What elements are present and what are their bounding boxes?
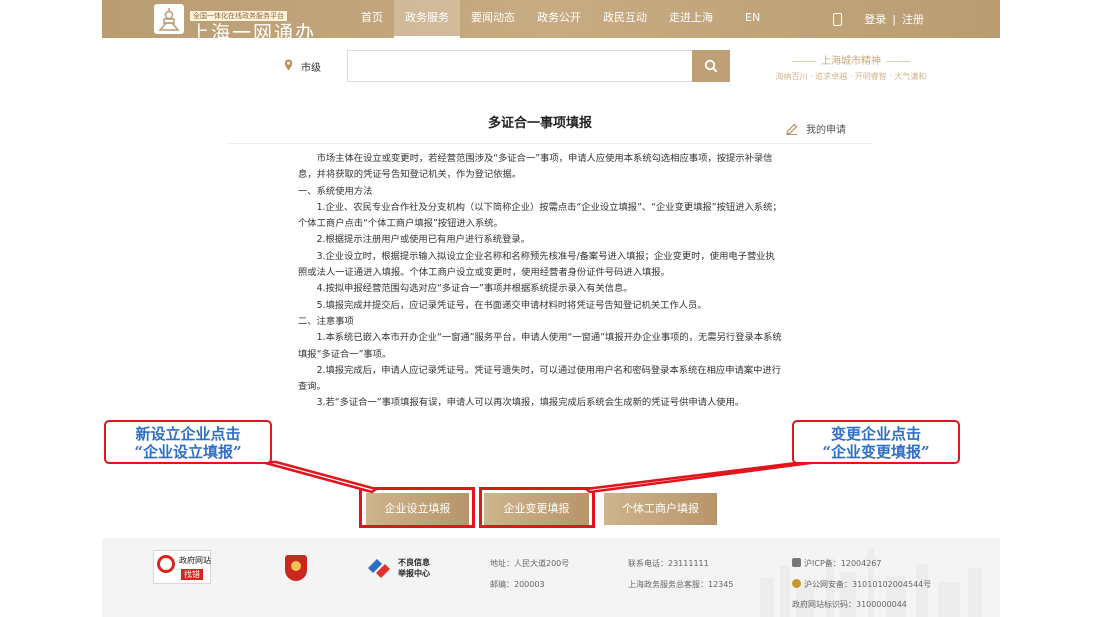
- main-nav: 首页 政务服务 要闻动态 政务公开 政民互动 走进上海 EN: [350, 0, 771, 38]
- notice-item: 3.若“多证合一”事项填报有误，申请人可以再次填报，填报完成后系统会生成新的凭证…: [316, 397, 745, 409]
- callout-line: 变更企业点击: [830, 425, 921, 443]
- login-link[interactable]: 登录: [864, 11, 886, 27]
- icp-icon: [792, 558, 801, 567]
- callout-enterprise-change: 变更企业点击 “企业变更填报”: [792, 420, 960, 464]
- nav-gov-services[interactable]: 政务服务: [394, 0, 460, 38]
- section-heading: 二、注意事项: [298, 315, 354, 327]
- footer-service-hotline: 上海政务服务总客服：12345: [628, 580, 734, 589]
- nav-interaction[interactable]: 政民互动: [592, 0, 658, 38]
- site-header: 全国一体化在线政务服务平台 上海一网通办 首页 政务服务 要闻动态 政务公开 政…: [102, 0, 1000, 44]
- footer-police-record[interactable]: 沪公网安备：31010102004544号: [792, 579, 931, 590]
- footer-postcode: 邮编：200003: [490, 580, 545, 589]
- logo-subtitle: 全国一体化在线政务服务平台: [190, 11, 287, 21]
- header-user-area: 登录 | 注册: [833, 0, 924, 38]
- nav-gov-affairs[interactable]: 政务公开: [526, 0, 592, 38]
- site-logo[interactable]: 全国一体化在线政务服务平台 上海一网通办: [190, 3, 316, 44]
- report-center-label[interactable]: 不良信息 举报中心: [398, 557, 430, 579]
- party-gov-badge-icon[interactable]: [285, 555, 307, 581]
- location-pin-icon: [284, 59, 293, 71]
- highlight-box-setup: [359, 487, 475, 528]
- callout-line: “企业变更填报”: [822, 443, 930, 461]
- footer-site-id: 政府网站标识码：3100000044: [792, 600, 907, 609]
- nav-about-shanghai[interactable]: 走进上海: [658, 0, 724, 38]
- search-icon: [704, 59, 718, 73]
- my-application-link[interactable]: 我的申请: [786, 121, 846, 136]
- usage-step: 2.根据提示注册用户或使用已有用户进行系统登录。: [316, 234, 530, 246]
- slogan-subtitle: 海纳百川 · 追求卓越 · 开明睿智 · 大气谦和: [775, 72, 927, 81]
- magnifier-icon: [157, 555, 175, 573]
- footer-address: 地址：人民大道200号: [490, 559, 570, 568]
- location-selector[interactable]: 市级: [301, 59, 321, 74]
- divider: |: [892, 12, 896, 26]
- police-text: 沪公网安备：31010102004544号: [804, 580, 932, 589]
- search-button[interactable]: [692, 50, 730, 82]
- report-center-line: 不良信息: [398, 558, 430, 567]
- report-center-line: 举报中心: [398, 569, 430, 578]
- gov-site-title: 政府网站: [179, 556, 211, 565]
- page-title: 多证合一事项填报: [487, 116, 592, 131]
- language-switch[interactable]: EN: [734, 0, 771, 38]
- individual-business-button[interactable]: 个体工商户填报: [604, 493, 717, 525]
- intro-paragraph: 市场主体在设立或变更时，若经营范围涉及“多证合一”事项，申请人应使用本系统勾选相…: [298, 153, 773, 181]
- gov-site-error-report-logo[interactable]: 政府网站 找错: [153, 550, 211, 584]
- report-center-icon[interactable]: [366, 557, 392, 579]
- usage-step: 1.企业、农民专业合作社及分支机构（以下简称企业）按需点击“企业设立填报”、“企…: [298, 201, 782, 230]
- highlight-box-change: [479, 487, 595, 528]
- logo-title: 上海一网通办: [190, 22, 317, 44]
- register-link[interactable]: 注册: [902, 11, 924, 27]
- city-spirit-slogan: 上海城市精神 海纳百川 · 追求卓越 · 开明睿智 · 大气谦和: [766, 52, 936, 82]
- footer-icp[interactable]: 沪ICP备：12004267: [792, 558, 882, 569]
- edit-pencil-icon: [786, 123, 798, 135]
- usage-step: 5.填报完成并提交后，应记录凭证号，在书面递交申请材料时将凭证号告知登记机关工作…: [316, 299, 707, 311]
- section-heading: 一、系统使用方法: [298, 185, 373, 197]
- police-emblem-icon: [792, 579, 801, 588]
- instructions-text: 市场主体在设立或变更时，若经营范围涉及“多证合一”事项，申请人应使用本系统勾选相…: [298, 151, 784, 412]
- title-divider: [228, 143, 872, 144]
- nav-home[interactable]: 首页: [350, 0, 394, 38]
- slogan-title: 上海城市精神: [766, 52, 936, 67]
- callout-line: 新设立企业点击: [135, 425, 241, 443]
- my-application-label: 我的申请: [806, 125, 846, 136]
- icp-text: 沪ICP备：12004267: [804, 559, 882, 568]
- site-logo-icon[interactable]: [154, 4, 184, 34]
- notice-item: 2.填报完成后，申请人应记录凭证号。凭证号遗失时，可以通过使用用户名和密码登录本…: [298, 364, 782, 393]
- usage-step: 3.企业设立时，根据提示输入拟设立企业名称和名称预先核准号/备案号进入填报；企业…: [298, 250, 775, 279]
- search-input[interactable]: [347, 50, 693, 82]
- callout-enterprise-setup: 新设立企业点击 “企业设立填报”: [104, 420, 272, 464]
- gov-site-sub: 找错: [181, 569, 203, 580]
- nav-news[interactable]: 要闻动态: [460, 0, 526, 38]
- site-footer: 政府网站 找错 不良信息 举报中心 地址：人民大道200号 邮编：200003 …: [102, 538, 1000, 617]
- usage-step: 4.按拟申报经营范围勾选对应“多证合一”事项并根据系统提示录入有关信息。: [316, 283, 633, 295]
- mobile-phone-icon[interactable]: [833, 12, 843, 26]
- notice-item: 1.本系统已嵌入本市开办企业“一窗通”服务平台，申请人使用“一窗通”填报开办企业…: [298, 332, 782, 360]
- footer-phone: 联系电话：23111111: [628, 559, 709, 568]
- callout-line: “企业设立填报”: [134, 443, 242, 461]
